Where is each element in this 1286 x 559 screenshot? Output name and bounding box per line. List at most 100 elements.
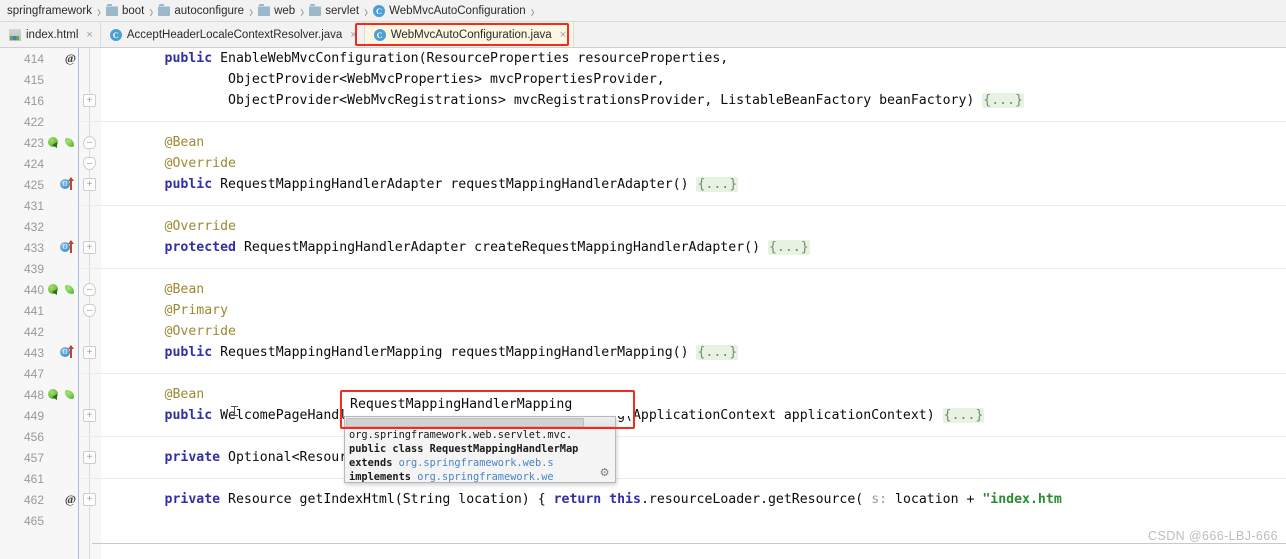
fold-toggle-462[interactable]: + (83, 493, 96, 506)
gutter-markers[interactable]: @ (65, 48, 76, 69)
gutter-markers[interactable]: O (60, 174, 76, 195)
gutter-markers[interactable]: O (60, 342, 76, 363)
breadcrumb-item-web[interactable]: web (255, 3, 298, 17)
gutter-line-414[interactable]: @414 (0, 48, 78, 69)
code-line-442[interactable]: @Override (101, 321, 1286, 342)
code-line-422[interactable] (101, 111, 1286, 132)
code-line-414[interactable]: public EnableWebMvcConfiguration(Resourc… (101, 48, 1286, 69)
gutter-markers[interactable] (48, 132, 76, 153)
spring-bean-config-icon[interactable] (65, 389, 76, 401)
line-number-gutter[interactable]: @414 415 416 422 423 424 O 425 431 432 O 433 439 440 4… (0, 48, 78, 559)
code-line-433[interactable]: protected RequestMappingHandlerAdapter c… (101, 237, 1286, 258)
gutter-line-432[interactable]: 432 (0, 216, 78, 237)
breadcrumb-item-springframework[interactable]: springframework (4, 5, 95, 17)
code-line-424[interactable]: @Override (101, 153, 1286, 174)
code-line-457[interactable]: private Optional<Resource> getWelcomePag… (101, 447, 1286, 468)
fold-toggle-441[interactable]: – (83, 304, 96, 317)
gutter-line-456[interactable]: 456 (0, 426, 78, 447)
gutter-line-415[interactable]: 415 (0, 69, 78, 90)
gutter-line-425[interactable]: O 425 (0, 174, 78, 195)
gutter-line-416[interactable]: 416 (0, 90, 78, 111)
code-line-456[interactable] (101, 426, 1286, 447)
gear-icon[interactable]: ⚙ (599, 468, 610, 479)
overriding-method-icon[interactable]: O (60, 177, 76, 191)
fold-toggle-423[interactable]: – (83, 136, 96, 149)
fold-toggle-416[interactable]: + (83, 94, 96, 107)
breadcrumb: springframework › boot › autoconfigure ›… (0, 0, 1286, 22)
annotation-marker-icon[interactable]: @ (65, 51, 76, 66)
annotation-marker-icon[interactable]: @ (65, 492, 76, 507)
tab-close-icon[interactable]: × (350, 29, 356, 41)
gutter-line-461[interactable]: 461 (0, 468, 78, 489)
tab-acceptheaderlocalecontextresolver-java[interactable]: C AcceptHeaderLocaleContextResolver.java… (101, 22, 365, 47)
code-line-443[interactable]: public RequestMappingHandlerMapping requ… (101, 342, 1286, 363)
code-line-431[interactable] (101, 195, 1286, 216)
gutter-line-449[interactable]: 449 (0, 405, 78, 426)
gutter-line-462[interactable]: @462 (0, 489, 78, 510)
breadcrumb-item-boot[interactable]: boot (103, 3, 147, 17)
code-line-432[interactable]: @Override (101, 216, 1286, 237)
gutter-line-439[interactable]: 439 (0, 258, 78, 279)
code-line-462[interactable]: private Resource getIndexHtml(String loc… (101, 489, 1286, 510)
gutter-line-442[interactable]: 442 (0, 321, 78, 342)
code-line-416[interactable]: ObjectProvider<WebMvcRegistrations> mvcR… (101, 90, 1286, 111)
gutter-line-424[interactable]: 424 (0, 153, 78, 174)
folder-icon (258, 3, 271, 16)
gutter-line-440[interactable]: 440 (0, 279, 78, 300)
breadcrumb-item-autoconfigure[interactable]: autoconfigure (155, 3, 247, 17)
spring-bean-icon[interactable] (48, 136, 63, 149)
code-line-461[interactable] (101, 468, 1286, 489)
java-class-icon: C (109, 28, 122, 41)
fold-toggle-457[interactable]: + (83, 451, 96, 464)
tab-webmvcautoconfiguration-java[interactable]: C WebMvcAutoConfiguration.java × (364, 22, 575, 47)
gutter-line-447[interactable]: 447 (0, 363, 78, 384)
code-line-439[interactable] (101, 258, 1286, 279)
fold-toggle-449[interactable]: + (83, 409, 96, 422)
gutter-markers[interactable] (48, 384, 76, 405)
gutter-line-431[interactable]: 431 (0, 195, 78, 216)
gutter-line-433[interactable]: O 433 (0, 237, 78, 258)
breadcrumb-item-servlet[interactable]: servlet (306, 3, 362, 17)
fold-toggle-424[interactable]: – (83, 157, 96, 170)
gutter-line-423[interactable]: 423 (0, 132, 78, 153)
spring-bean-icon[interactable] (48, 388, 63, 401)
gutter-line-448[interactable]: 448 (0, 384, 78, 405)
documentation-popup[interactable]: org.springframework.web.servlet.mvc. pub… (344, 416, 616, 483)
spring-bean-config-icon[interactable] (65, 137, 76, 149)
spring-bean-icon[interactable] (48, 283, 63, 296)
overriding-method-icon[interactable]: O (60, 345, 76, 359)
popup-scrollbar-thumb[interactable] (346, 418, 584, 427)
gutter-markers[interactable] (48, 279, 76, 300)
fold-toggle-443[interactable]: + (83, 346, 96, 359)
code-line-448[interactable]: @Bean (101, 384, 1286, 405)
breadcrumb-separator: › (149, 0, 154, 21)
fold-toggle-433[interactable]: + (83, 241, 96, 254)
code-line-441[interactable]: @Primary (101, 300, 1286, 321)
popup-scrollbar[interactable] (345, 417, 615, 427)
tab-close-icon[interactable]: × (560, 29, 566, 41)
spring-bean-config-icon[interactable] (65, 284, 76, 296)
breadcrumb-item-webmvcautoconfiguration[interactable]: C WebMvcAutoConfiguration (370, 4, 529, 17)
tab-close-icon[interactable]: × (86, 29, 92, 41)
code-content-area[interactable]: RequestMappingHandlerMapping org.springf… (101, 48, 1286, 559)
gutter-line-443[interactable]: O 443 (0, 342, 78, 363)
code-line-447[interactable] (101, 363, 1286, 384)
breadcrumb-separator: › (300, 0, 305, 21)
code-line-415[interactable]: ObjectProvider<WebMvcProperties> mvcProp… (101, 69, 1286, 90)
gutter-markers[interactable]: @ (65, 489, 76, 510)
code-line-425[interactable]: public RequestMappingHandlerAdapter requ… (101, 174, 1286, 195)
fold-toggle-440[interactable]: – (83, 283, 96, 296)
code-folding-strip[interactable]: + – – + + – – + + + + (78, 48, 101, 559)
code-line-465[interactable] (101, 510, 1286, 531)
fold-toggle-425[interactable]: + (83, 178, 96, 191)
overriding-method-icon[interactable]: O (60, 240, 76, 254)
code-line-423[interactable]: @Bean (101, 132, 1286, 153)
gutter-line-465[interactable]: 465 (0, 510, 78, 531)
gutter-line-441[interactable]: 441 (0, 300, 78, 321)
code-line-449[interactable]: public WelcomePageHandlerMapping welcome… (101, 405, 1286, 426)
gutter-line-457[interactable]: 457 (0, 447, 78, 468)
gutter-line-422[interactable]: 422 (0, 111, 78, 132)
code-line-440[interactable]: @Bean (101, 279, 1286, 300)
gutter-markers[interactable]: O (60, 237, 76, 258)
tab-index-html[interactable]: index.html × (0, 22, 101, 47)
